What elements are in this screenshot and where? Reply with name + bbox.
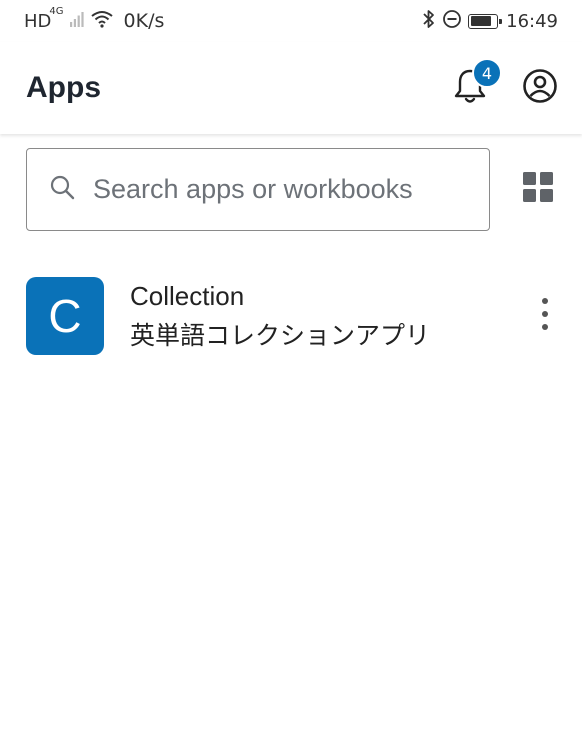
screen: HD4G 0K/s 16:49 Apps 4 Search apps or wo… [0, 0, 582, 752]
search-input[interactable]: Search apps or workbooks [26, 147, 491, 231]
app-initial: C [48, 290, 82, 342]
dnd-icon [442, 9, 462, 34]
app-icon-tile: C [26, 277, 104, 355]
network-speed: 0K/s [123, 10, 165, 32]
battery-icon [468, 13, 503, 29]
clock: 16:49 [506, 10, 558, 32]
app-text: Collection 英単語コレクションアプリ [130, 281, 530, 352]
notifications-button[interactable]: 4 [448, 58, 502, 110]
network-type: 4G [49, 5, 64, 17]
notification-badge: 4 [472, 58, 502, 88]
status-bar-right: 16:49 [422, 9, 558, 34]
more-vert-icon [541, 297, 549, 335]
network-hd: HD [24, 10, 52, 32]
status-bar: HD4G 0K/s 16:49 [0, 0, 582, 42]
search-icon [49, 174, 75, 204]
app-bar-actions: 4 [448, 58, 562, 110]
account-icon [522, 68, 558, 108]
app-bar: Apps 4 [0, 42, 582, 134]
app-name: Collection [130, 280, 245, 311]
grid-view-button[interactable] [520, 171, 556, 207]
list-item[interactable]: C Collection 英単語コレクションアプリ [26, 276, 560, 356]
battery-fill [470, 16, 491, 26]
app-description: 英単語コレクションアプリ [130, 320, 431, 350]
bluetooth-icon [422, 9, 436, 34]
status-bar-left: HD4G 0K/s [24, 6, 165, 33]
page-title: Apps [26, 71, 101, 104]
wifi-icon [90, 10, 114, 33]
signal-icon [69, 10, 84, 32]
search-row: Search apps or workbooks [26, 147, 556, 231]
account-button[interactable] [518, 66, 562, 110]
grid-view-icon [522, 171, 554, 207]
search-placeholder: Search apps or workbooks [93, 173, 413, 204]
network-label: HD4G [24, 6, 64, 32]
more-options-button[interactable] [530, 294, 560, 338]
